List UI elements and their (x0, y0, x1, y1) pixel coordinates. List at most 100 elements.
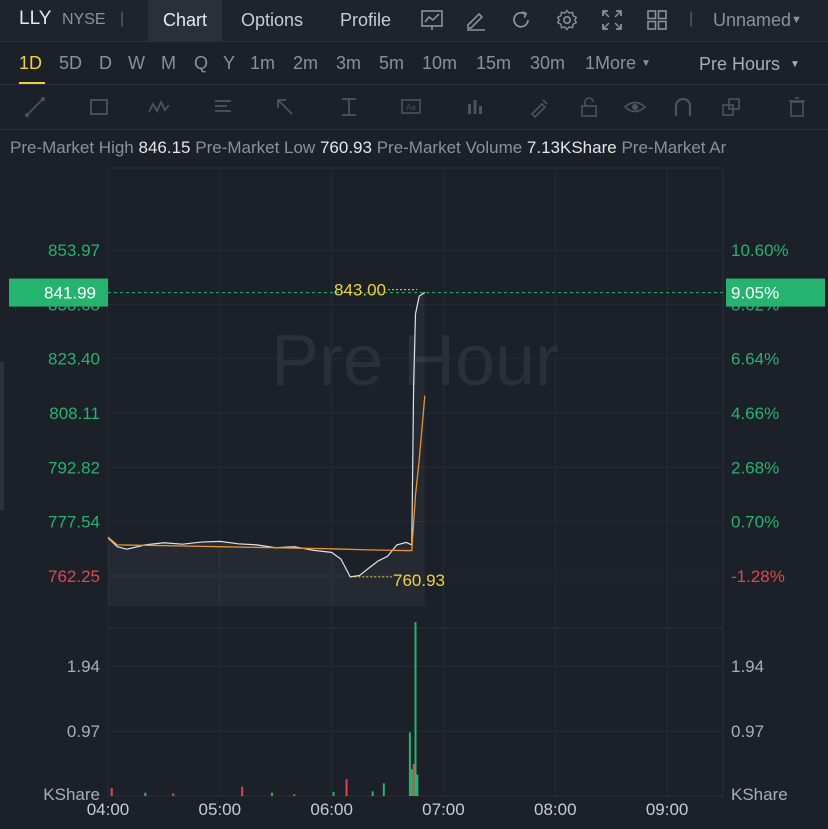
y-tick-label-right: 6.64% (731, 350, 779, 369)
timeframe-more-dropdown[interactable]: 1More ▼ (585, 53, 651, 74)
timeframe-w[interactable]: W (128, 53, 145, 74)
volume-bar (416, 774, 419, 796)
timeframe-bar: 1D 5D D W M Q Y 1m 2m 3m 5m 10m 15m 30m … (0, 42, 828, 85)
timeframe-q[interactable]: Q (194, 53, 208, 74)
x-tick-label: 07:00 (422, 800, 465, 819)
bar-chart-icon[interactable] (464, 96, 486, 118)
volume-tick-label-left: 1.94 (67, 657, 100, 676)
timeframe-m[interactable]: M (161, 53, 176, 74)
timeframe-1d[interactable]: 1D (19, 53, 42, 74)
caret-down-icon: ▼ (641, 58, 651, 69)
lock-icon[interactable] (578, 96, 600, 118)
premarket-amount-label: Pre-Market Ar (621, 138, 727, 157)
current-change-label: 9.05% (731, 284, 779, 303)
volume-tick-label-right: 1.94 (731, 657, 764, 676)
y-tick-label-left: 823.40 (48, 350, 100, 369)
eye-icon[interactable] (624, 96, 646, 118)
x-tick-label: 08:00 (534, 800, 577, 819)
text-icon[interactable]: Aa (400, 96, 422, 118)
tab-options[interactable]: Options (226, 0, 318, 41)
premarket-volume-value: 7.13KShare (526, 138, 617, 157)
premarket-low-value: 760.93 (319, 138, 372, 157)
layers-icon[interactable] (720, 96, 742, 118)
volume-bar (332, 791, 335, 796)
timeframe-1m[interactable]: 1m (250, 53, 275, 74)
tab-chart[interactable]: Chart (148, 0, 223, 41)
rectangle-icon[interactable] (88, 96, 110, 118)
caret-down-icon: ▼ (790, 59, 800, 70)
x-tick-label: 09:00 (646, 800, 689, 819)
y-tick-label-left: 792.82 (48, 458, 100, 477)
settings-gear-icon[interactable] (555, 8, 579, 32)
pattern-icon[interactable] (148, 96, 170, 118)
measure-icon[interactable] (338, 96, 360, 118)
tab-profile[interactable]: Profile (325, 0, 406, 41)
y-tick-label-right: 4.66% (731, 404, 779, 423)
timeframe-3m[interactable]: 3m (336, 53, 361, 74)
premarket-low-label: Pre-Market Low (195, 138, 316, 157)
timeframe-10m[interactable]: 10m (422, 53, 457, 74)
timeframe-d[interactable]: D (99, 53, 112, 74)
grid-layout-icon[interactable] (645, 8, 669, 32)
refresh-icon[interactable] (509, 8, 533, 32)
timeframe-y[interactable]: Y (223, 53, 235, 74)
timeframe-more-label: 1More (585, 53, 637, 73)
volume-bar (110, 787, 113, 796)
brush-icon[interactable] (528, 96, 550, 118)
volume-bar (271, 792, 273, 796)
high-marker-label: 843.00 (334, 281, 386, 300)
x-tick-label: 06:00 (310, 800, 353, 819)
y-tick-label-right: 10.60% (731, 241, 789, 260)
timeframe-2m[interactable]: 2m (293, 53, 318, 74)
y-tick-label-left: 808.11 (49, 404, 100, 423)
magnet-icon[interactable] (672, 96, 694, 118)
volume-bar (408, 732, 411, 796)
volume-bar (345, 779, 348, 796)
chart-line-icon[interactable] (420, 8, 444, 32)
arrow-icon[interactable] (274, 96, 296, 118)
session-label: Pre Hours (699, 54, 781, 74)
y-tick-label-left: 853.97 (48, 241, 100, 260)
divider: | (689, 10, 694, 27)
premarket-high-label: Pre-Market High (10, 138, 134, 157)
edit-pen-icon[interactable] (464, 8, 488, 32)
svg-text:Aa: Aa (406, 103, 416, 112)
y-tick-label-right: 0.70% (731, 513, 779, 532)
volume-bar (371, 791, 374, 796)
volume-bar (382, 783, 385, 796)
caret-down-icon: ▼ (791, 14, 802, 26)
trash-icon[interactable] (786, 96, 808, 118)
timeframe-30m[interactable]: 30m (530, 53, 565, 74)
divider: | (120, 10, 125, 27)
x-tick-label: 05:00 (199, 800, 242, 819)
top-bar: LLY NYSE | Chart Options Profile | Unnam… (0, 0, 828, 42)
volume-tick-label-left: 0.97 (67, 722, 100, 741)
timeframe-15m[interactable]: 15m (476, 53, 511, 74)
exchange-label: NYSE (62, 11, 106, 28)
y-tick-label-left: 762.25 (48, 567, 100, 586)
layout-name: Unnamed (713, 10, 792, 30)
session-dropdown[interactable]: Pre Hours ▼ (699, 54, 800, 75)
premarket-volume-label: Pre-Market Volume (376, 138, 523, 157)
ticker-symbol[interactable]: LLY (19, 8, 51, 30)
volume-bar (144, 792, 147, 796)
layout-name-dropdown[interactable]: Unnamed▼ (713, 10, 802, 31)
volume-unit-left: KShare (43, 785, 100, 804)
timeframe-5d[interactable]: 5D (59, 53, 82, 74)
volume-bar (410, 769, 413, 796)
fibonacci-icon[interactable] (212, 96, 234, 118)
volume-bar (241, 786, 244, 796)
premarket-high-value: 846.15 (138, 138, 191, 157)
drawing-toolbar: Aa (0, 85, 828, 130)
trendline-icon[interactable] (24, 96, 46, 118)
timeframe-5m[interactable]: 5m (379, 53, 404, 74)
current-price-label: 841.99 (44, 284, 96, 303)
fullscreen-icon[interactable] (600, 8, 624, 32)
premarket-stats: Pre-Market High 846.15 Pre-Market Low 76… (10, 138, 726, 158)
y-tick-label-right: -1.28% (731, 567, 785, 586)
volume-bar (293, 793, 296, 796)
y-tick-label-right: 2.68% (731, 458, 779, 477)
y-tick-label-left: 777.54 (48, 513, 100, 532)
active-timeframe-underline (19, 82, 45, 84)
panel-resize-handle[interactable] (0, 362, 4, 510)
